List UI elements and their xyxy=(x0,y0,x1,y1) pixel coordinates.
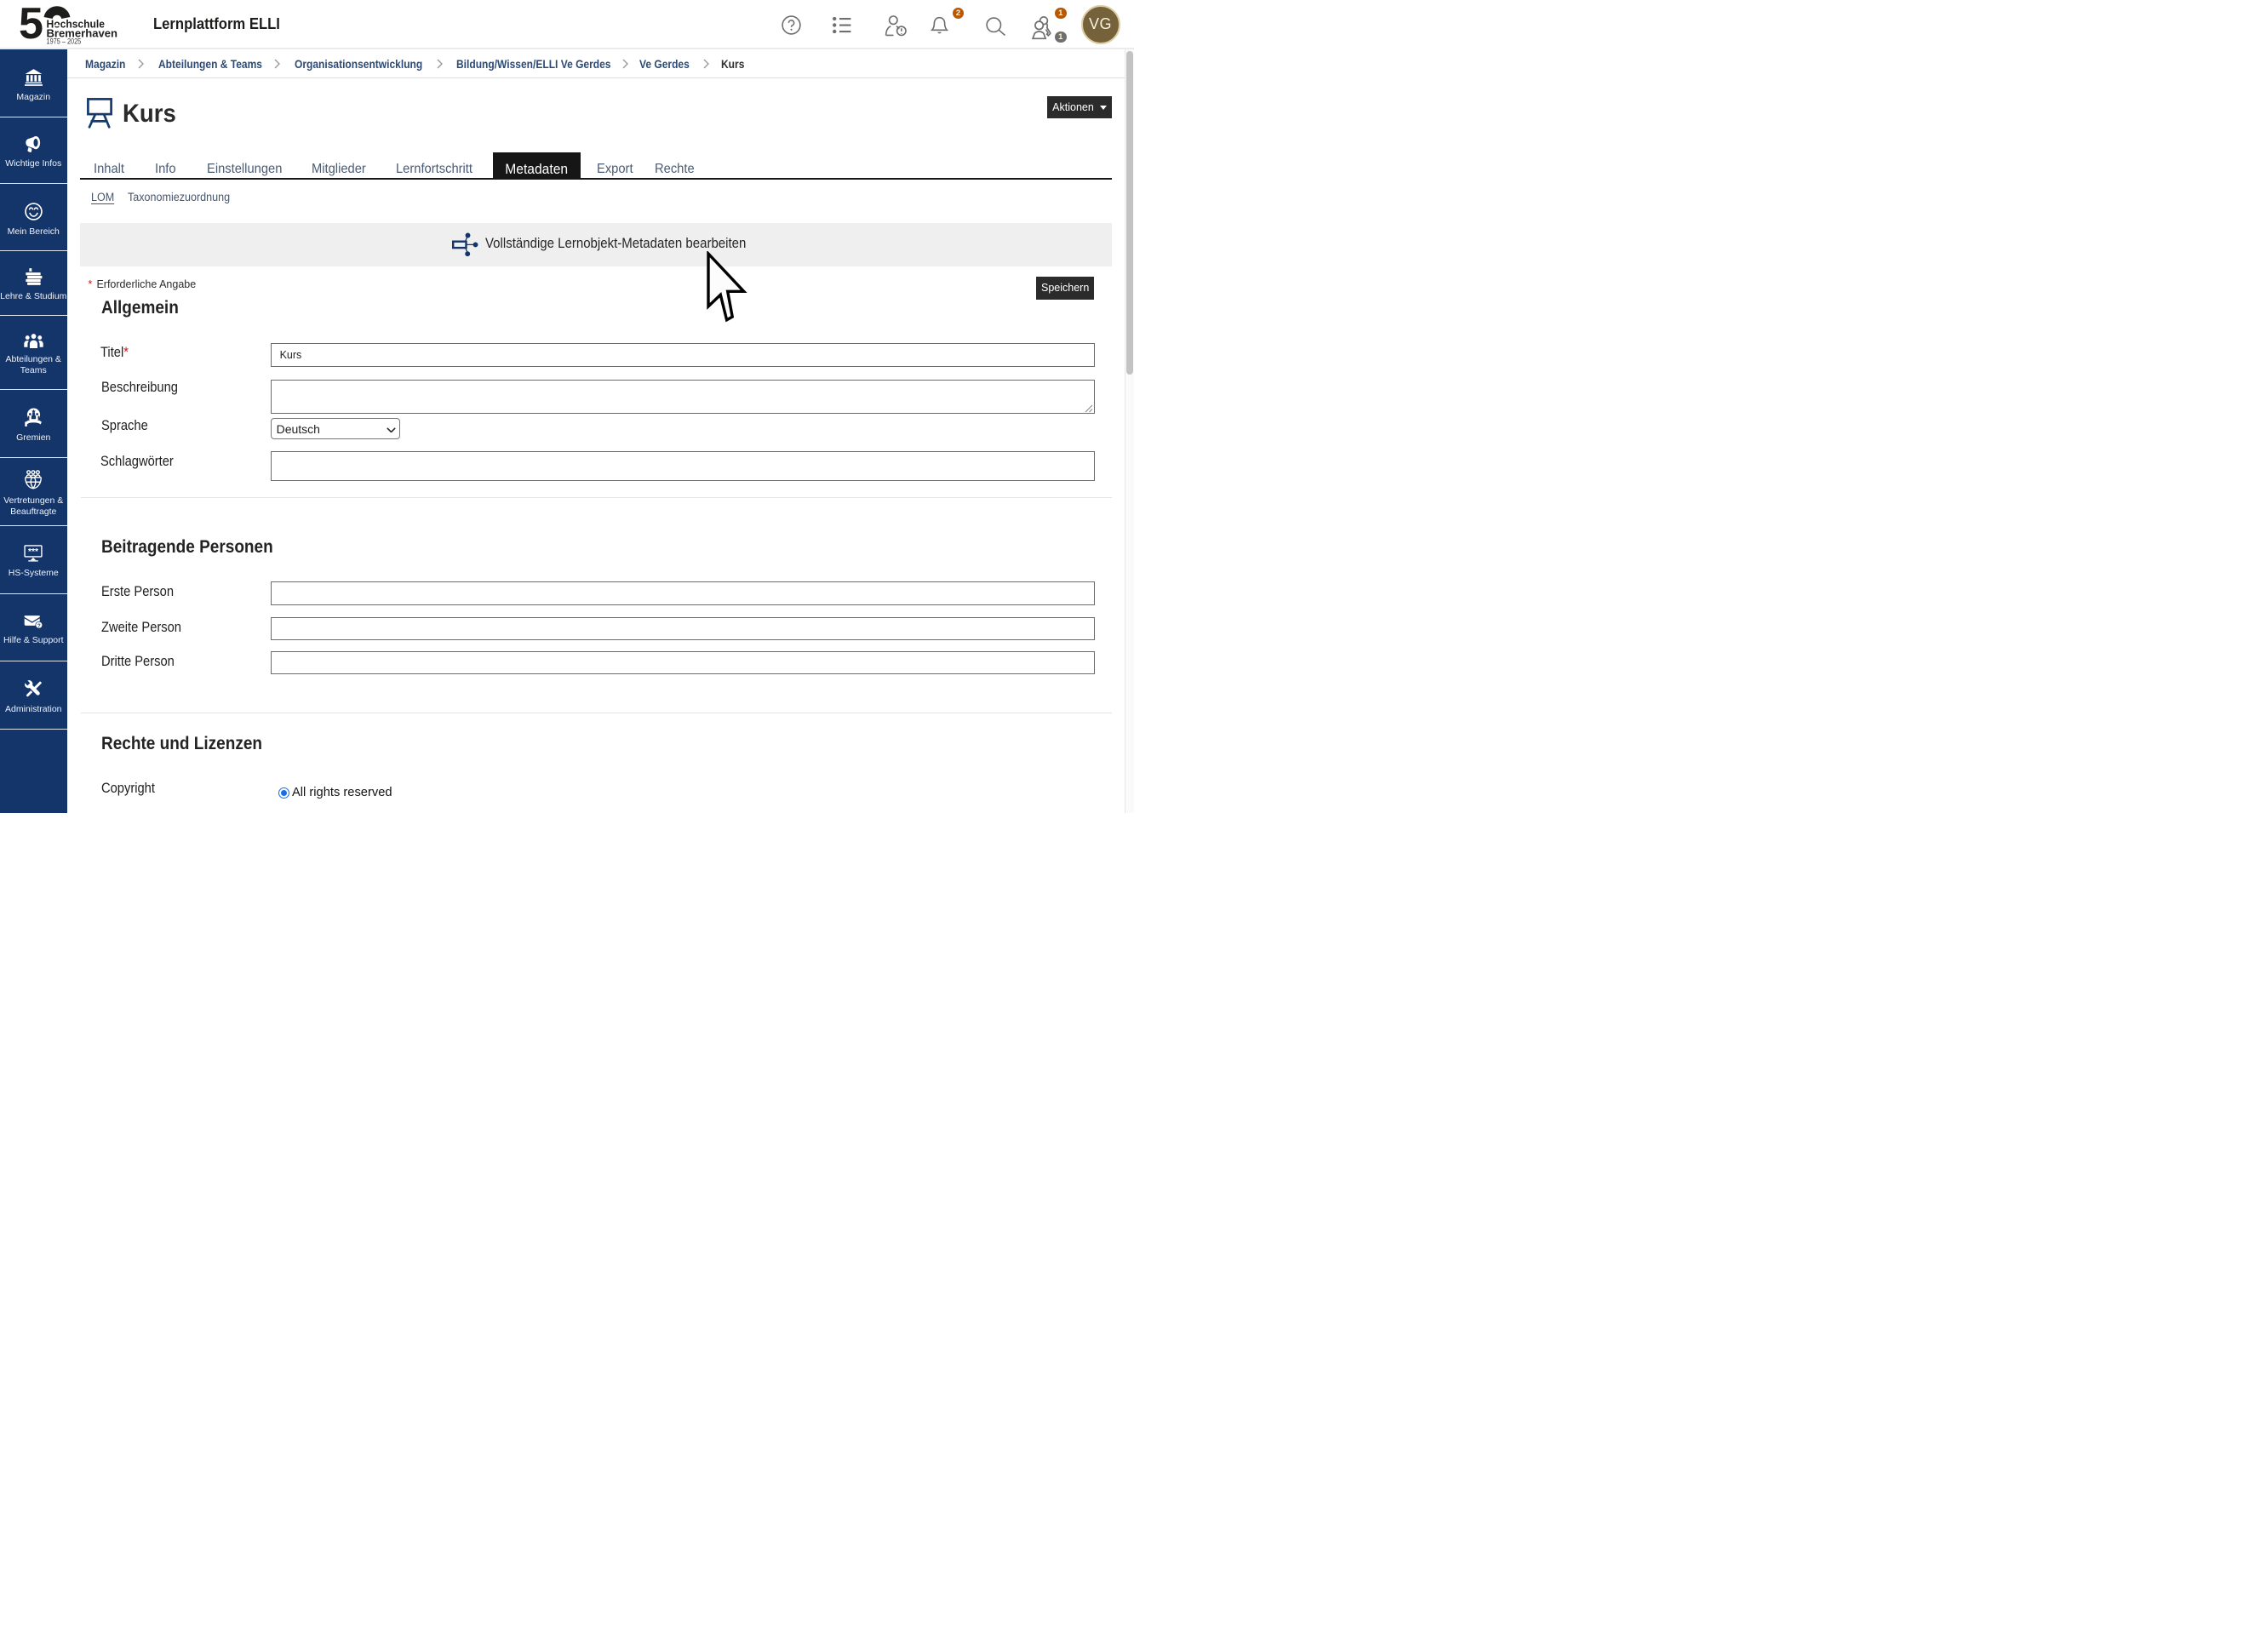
svg-text:1975 – 2025: 1975 – 2025 xyxy=(47,37,82,46)
svg-text:***: *** xyxy=(28,548,38,558)
svg-text:?: ? xyxy=(37,624,41,629)
svg-text:5: 5 xyxy=(19,0,43,49)
